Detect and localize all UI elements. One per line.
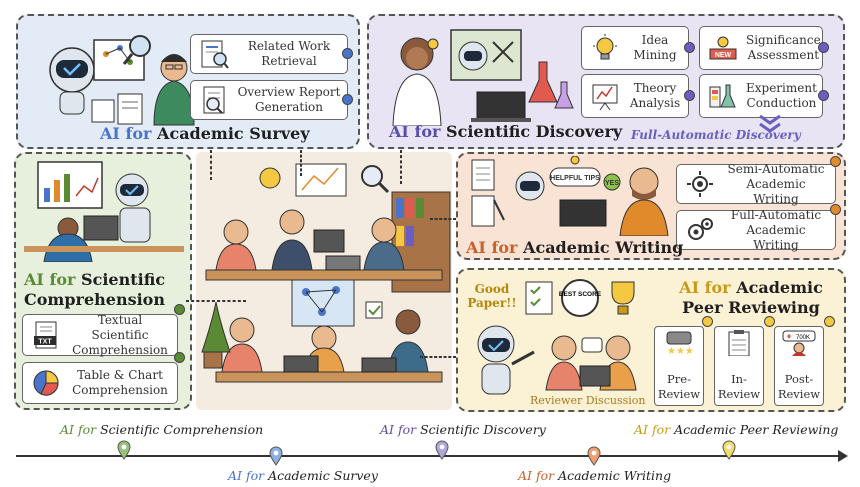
clipboard-icon	[728, 330, 750, 356]
textual-comprehension-label: Textual Scientific Comprehension	[72, 312, 168, 357]
best-score-badge: BEST SCORE	[559, 291, 602, 298]
writing-illustration: HELPFUL TIPS YES	[471, 156, 669, 236]
popularity-count: 700K	[796, 335, 810, 341]
reviewer-discussion-label: Reviewer Discussion	[530, 394, 646, 407]
overview-report-generation-label: Overview Report Generation	[237, 85, 341, 114]
writing-title: AI for Academic Writing	[466, 238, 684, 257]
discovery-illustration	[392, 29, 574, 126]
theory-analysis-label: Theory Analysis	[629, 81, 681, 110]
lightbulb-icon	[588, 31, 622, 65]
semi-automatic-writing-label: Semi-Automatic Academic Writing	[727, 161, 825, 206]
timeline-pin-survey[interactable]	[269, 446, 283, 466]
related-work-retrieval-card[interactable]: Related Work Retrieval	[190, 34, 348, 74]
textual-comprehension-card[interactable]: TXT Textual Scientific Comprehension	[22, 312, 178, 357]
connector-dot	[824, 316, 835, 327]
central-classroom-illustration	[196, 152, 452, 410]
significance-assessment-card[interactable]: NEW Significance Assessment	[699, 26, 823, 70]
connector-dot	[342, 94, 353, 105]
connector-dot	[764, 316, 775, 327]
connector-dot	[684, 42, 695, 53]
timeline-pin-discovery[interactable]	[435, 440, 449, 460]
full-automatic-writing-label: Full-Automatic Academic Writing	[730, 207, 822, 252]
popularity-icon: 700K	[782, 330, 816, 356]
connector-dot	[818, 42, 829, 53]
connector-line	[210, 150, 212, 180]
gears-icon	[683, 213, 717, 247]
connector-dot	[818, 90, 829, 101]
timeline-axis	[16, 455, 844, 457]
post-review-label: Post-Review	[777, 372, 821, 402]
comprehension-title: AI for Scientific Comprehension	[24, 270, 166, 309]
theory-analysis-card[interactable]: Theory Analysis	[581, 74, 689, 118]
full-automatic-writing-card[interactable]: Full-Automatic Academic Writing	[676, 207, 836, 252]
svg-text:★★★: ★★★	[667, 346, 694, 356]
connector-line	[300, 150, 302, 176]
overview-report-generation-card[interactable]: Overview Report Generation	[190, 80, 348, 120]
good-paper-exclamation: Good Paper!!	[467, 282, 517, 311]
gear-network-icon	[683, 167, 717, 201]
comprehension-illustration	[24, 161, 184, 262]
idea-mining-card[interactable]: Idea Mining	[581, 26, 689, 70]
timeline-label-comprehension: AI for Scientific Comprehension	[60, 422, 264, 437]
survey-illustration	[49, 35, 195, 126]
pre-review-label: Pre-Review	[657, 372, 701, 402]
connector-dot	[830, 204, 841, 215]
timeline-label-survey: AI for Academic Survey	[228, 468, 378, 483]
timeline-label-discovery: AI for Scientific Discovery	[380, 422, 546, 437]
pie-chart-icon	[29, 366, 63, 400]
svg-text:NEW: NEW	[715, 52, 732, 59]
review-badges: BEST SCORE	[525, 279, 635, 317]
academic-peer-reviewing-panel: Good Paper!! BEST SCORE AI for Academic …	[456, 268, 846, 412]
related-work-retrieval-label: Related Work Retrieval	[247, 39, 331, 68]
connector-dot	[342, 48, 353, 59]
table-chart-comprehension-label: Table & Chart Comprehension	[72, 368, 168, 397]
helpful-tips-bubble: HELPFUL TIPS	[550, 175, 600, 182]
connector-dot	[684, 90, 695, 101]
post-review-card[interactable]: 700K Post-Review	[774, 326, 824, 406]
classroom-scene-svg	[196, 152, 452, 410]
robot-icon	[49, 47, 95, 115]
report-magnifier-icon	[197, 83, 231, 117]
timeline-label-peer-review: AI for Academic Peer Reviewing	[634, 422, 839, 437]
connector-line	[186, 300, 246, 302]
in-review-card[interactable]: In-Review	[714, 326, 764, 406]
in-review-label: In-Review	[717, 372, 761, 402]
connector-dot	[174, 304, 185, 315]
document-search-icon	[197, 37, 231, 71]
chalkboard-icon	[588, 79, 622, 113]
connector-line	[400, 150, 402, 184]
connector-dot	[830, 156, 841, 167]
reviewer-illustration	[477, 325, 637, 395]
review-title: AI for Academic Peer Reviewing	[679, 278, 823, 317]
semi-automatic-writing-card[interactable]: Semi-Automatic Academic Writing	[676, 161, 836, 206]
experiment-conduction-label: Experiment Conduction	[746, 81, 817, 110]
academic-writing-panel: HELPFUL TIPS YES Semi-Automatic Academic…	[456, 152, 846, 260]
idea-mining-label: Idea Mining	[633, 33, 677, 62]
pre-review-card[interactable]: ★★★ Pre-Review	[654, 326, 704, 406]
timeline-arrowhead	[838, 450, 848, 462]
significance-assessment-label: Significance Assessment	[746, 33, 821, 62]
yes-bubble: YES	[605, 180, 619, 187]
connector-dot	[174, 352, 185, 363]
stars-rating-icon: ★★★	[666, 331, 694, 356]
lab-flask-icon	[706, 79, 740, 113]
connector-line	[420, 356, 456, 358]
table-chart-comprehension-card[interactable]: Table & Chart Comprehension	[22, 362, 178, 404]
connector-dot	[702, 316, 713, 327]
survey-title: AI for Academic Survey	[100, 124, 310, 143]
timeline-pin-comprehension[interactable]	[117, 440, 131, 460]
txt-file-icon: TXT	[29, 318, 63, 352]
connector-line	[430, 218, 456, 220]
new-badge-icon: NEW	[706, 31, 740, 65]
timeline-label-writing: AI for Academic Writing	[518, 468, 672, 483]
timeline-pin-writing[interactable]	[587, 446, 601, 466]
timeline-pin-peer-review[interactable]	[722, 440, 736, 460]
scientific-discovery-panel: Idea Mining NEW Significance Assessment …	[367, 14, 845, 149]
academic-survey-panel: Related Work Retrieval Overview Report G…	[16, 14, 360, 149]
discovery-title: AI for Scientific Discovery	[389, 122, 623, 141]
scientific-comprehension-panel: AI for Scientific Comprehension TXT Text…	[14, 152, 192, 410]
double-chevron-down-icon	[759, 114, 781, 133]
svg-text:TXT: TXT	[38, 339, 52, 346]
